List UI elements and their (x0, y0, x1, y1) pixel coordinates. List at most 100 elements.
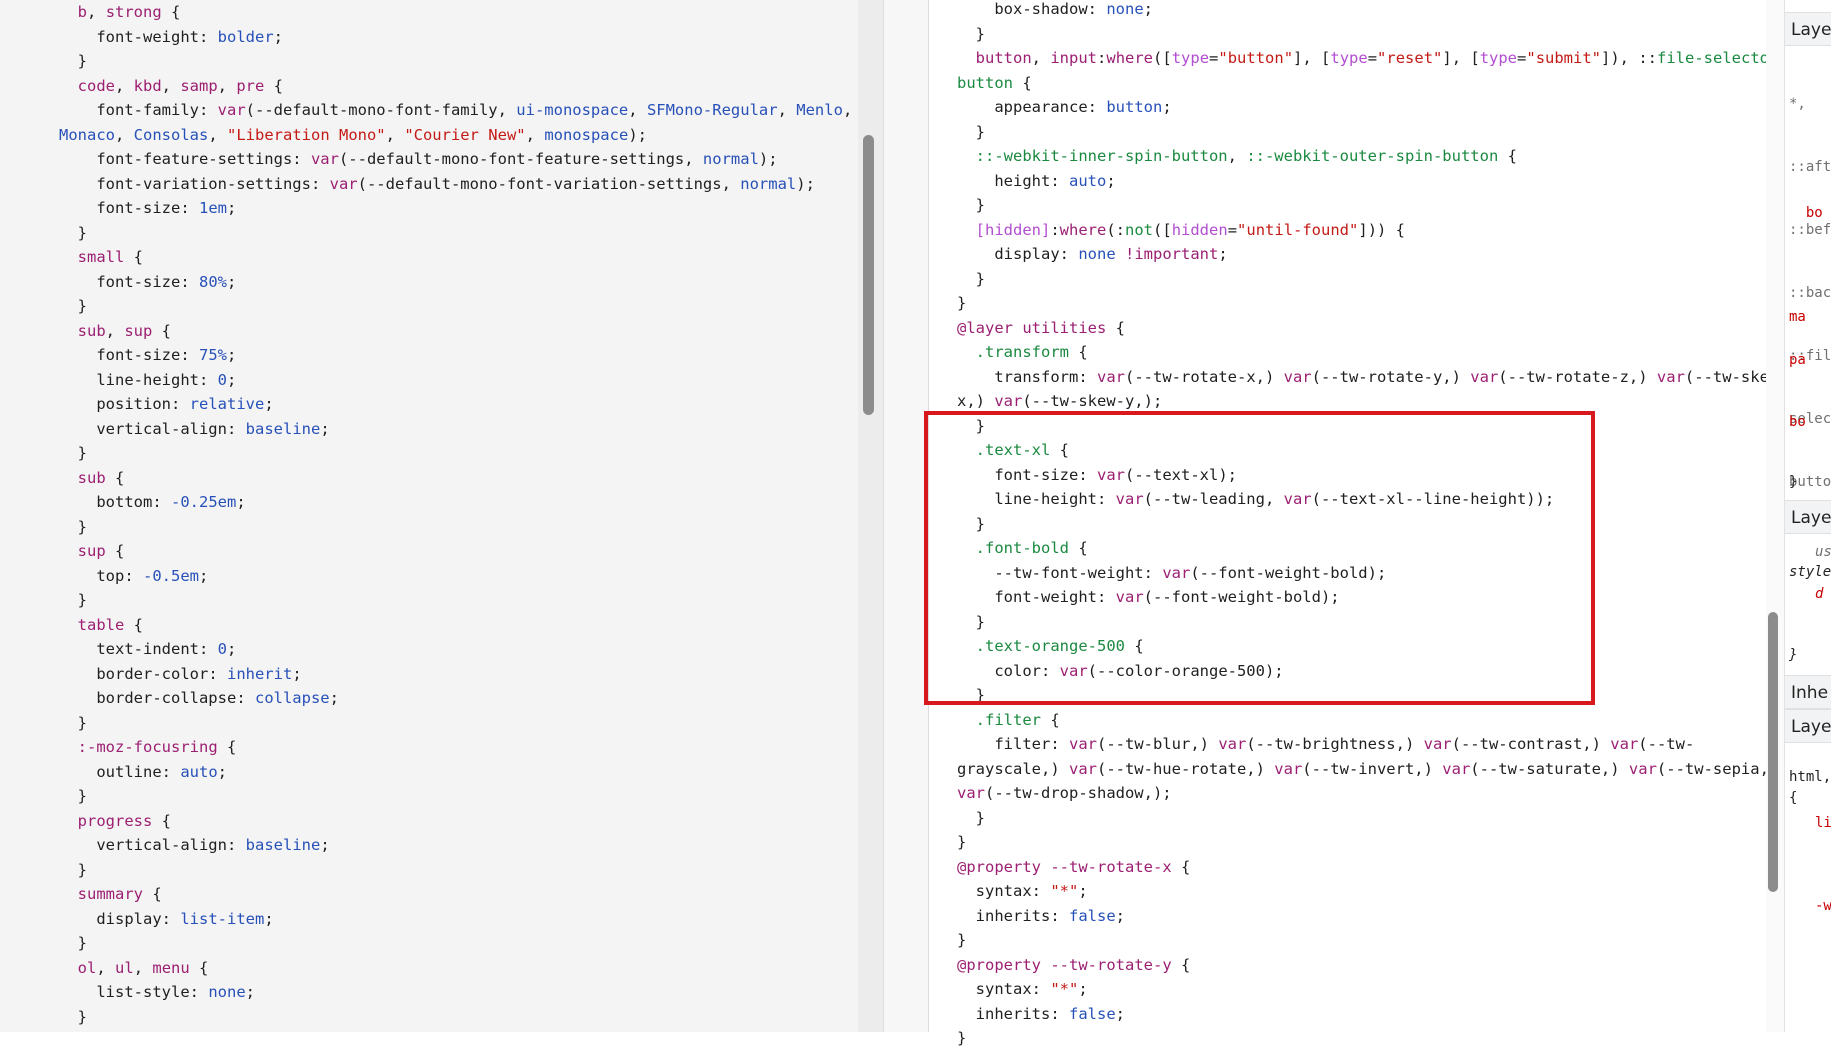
section-header-layer[interactable]: Laye (1785, 12, 1831, 46)
code-token: top (96, 566, 125, 585)
code-token: , (385, 125, 405, 144)
code-line: } (957, 120, 1788, 145)
code-token: ; (273, 27, 283, 46)
code-token: (--tw-hue-rotate,) (1096, 759, 1275, 778)
code-token: ; (245, 983, 255, 1001)
code-token: inherit (226, 664, 293, 683)
code-line: font-size: 80%; (59, 270, 852, 295)
code-token: : (226, 836, 246, 854)
code-token: { (152, 321, 172, 340)
code-token: } (59, 1007, 87, 1026)
code-line: button, input:where([type="button"], [ty… (957, 46, 1788, 71)
code-line: progress { (59, 809, 852, 834)
code-token: (--default-mono-font-feature-settings, (338, 150, 703, 168)
code-line: @layer utilities { (957, 316, 1788, 341)
code-token: (--tw-rotate-z,) (1498, 367, 1657, 386)
code-token: , (161, 76, 181, 95)
pane-divider[interactable] (883, 0, 929, 1032)
code-token: strong (105, 3, 162, 21)
code-token: ); (758, 150, 778, 168)
section-header-layer-2[interactable]: Laye (1785, 500, 1831, 534)
code-line: } (59, 931, 852, 956)
code-token: } (957, 122, 985, 141)
code-line: box-shadow: none; (957, 0, 1788, 22)
code-token: , (87, 3, 106, 21)
side-prop-bo: bo (1789, 205, 1823, 221)
code-token: var (1068, 759, 1097, 778)
code-line: } (59, 784, 852, 809)
code-token: vertical-align (96, 836, 227, 854)
code-token: ; (329, 689, 339, 707)
code-token: ; (227, 640, 237, 658)
code-token: ; (1115, 1004, 1126, 1023)
side-close-brace: } (1789, 474, 1798, 490)
code-token: font-family (96, 101, 199, 119)
code-line: Monaco, Consolas, "Liberation Mono", "Co… (59, 123, 852, 148)
code-token: : (161, 762, 181, 781)
code-token: baseline (245, 836, 321, 854)
code-token: = (1227, 220, 1238, 239)
code-line: inherits: false; (957, 1002, 1788, 1027)
code-token: } (957, 833, 967, 851)
section-header-layer-3[interactable]: Laye (1785, 709, 1831, 743)
code-token: , (208, 125, 227, 144)
code-token: (--tw-drop-shadow,); (985, 784, 1172, 802)
code-token: : (170, 395, 190, 413)
code-line: } (957, 1026, 1788, 1051)
code-token: list-item (180, 909, 265, 928)
code-token: line-height (96, 370, 199, 389)
code-line: @property --tw-rotate-x { (957, 855, 1788, 880)
code-token: var (994, 392, 1023, 410)
code-token: "*" (1050, 980, 1079, 998)
code-token: (--tw-blur,) (1097, 735, 1219, 753)
side-open-brace: { (1789, 790, 1798, 806)
code-token: kbd (133, 76, 162, 95)
code-token: inherits (975, 906, 1051, 925)
code-token: grayscale,) (957, 759, 1069, 778)
code-token: button (957, 73, 1013, 92)
code-token: var (217, 101, 246, 119)
code-token: var (1097, 367, 1125, 386)
code-token: = (1517, 49, 1527, 67)
code-token: table (77, 615, 125, 634)
code-token: inherits (975, 1004, 1051, 1023)
code-token: { (217, 738, 237, 756)
code-token: utilities (1022, 318, 1107, 337)
code-token: : (189, 983, 209, 1001)
code-token: -0.25em (171, 493, 237, 511)
code-token: 0 (217, 640, 227, 658)
code-line: sub, sup { (59, 319, 852, 344)
code-token: sup (77, 542, 106, 560)
code-token: , (133, 958, 153, 977)
code-token: type (1171, 49, 1210, 67)
code-token: , (115, 76, 134, 95)
code-token: : (161, 909, 181, 928)
code-token: !important (1125, 245, 1219, 263)
left-scrollbar-thumb[interactable] (863, 135, 874, 415)
code-token: : (1059, 245, 1079, 263)
code-token: : (180, 346, 199, 364)
code-token: ::-webkit-inner-spin-button (975, 147, 1228, 165)
side-html: html, (1789, 769, 1831, 785)
code-line: list-style: none; (59, 980, 852, 1005)
code-token: ])) { (1358, 220, 1406, 239)
side-w: -w (1815, 898, 1831, 914)
code-token: : (198, 101, 218, 119)
styles-side-panel: Laye *, ::aft ::bef ::bac ::fil selec bu… (1784, 0, 1831, 1032)
code-token: var (1218, 735, 1247, 753)
code-token: { (1171, 955, 1191, 974)
code-token: "*" (1050, 882, 1079, 900)
code-token: false (1069, 1004, 1116, 1023)
right-scrollbar-thumb[interactable] (1768, 612, 1778, 892)
code-token: relative (189, 395, 265, 413)
code-token: (--default-mono-font-variation-settings, (357, 174, 741, 193)
code-token: } (59, 860, 87, 879)
section-header-inherited[interactable]: Inhe (1785, 675, 1831, 709)
